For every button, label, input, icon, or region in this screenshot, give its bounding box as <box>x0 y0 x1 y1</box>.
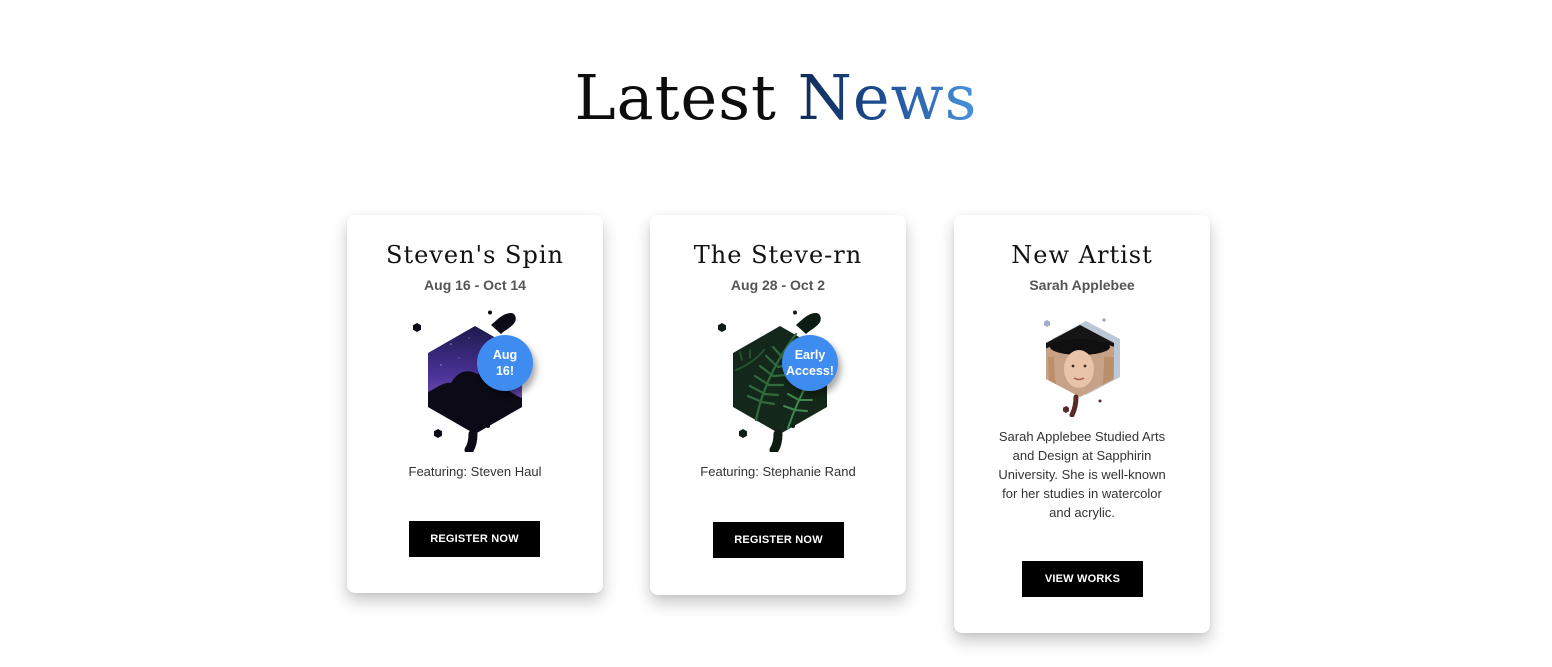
section-title-main: Latest <box>574 61 798 134</box>
card-title: The Steve-rn <box>693 241 863 269</box>
event-image: Aug 16! <box>411 310 551 455</box>
event-card-2: The Steve-rn Aug 28 - Oct 2 Early Access… <box>650 215 906 595</box>
register-now-button[interactable]: REGISTER NOW <box>409 521 540 557</box>
badge-line-2: 16! <box>495 364 515 378</box>
artist-bio: Sarah Applebee Studied Arts and Design a… <box>998 429 1166 520</box>
featuring-text: Featuring: Steven Haul <box>408 464 542 479</box>
view-works-button[interactable]: VIEW WORKS <box>1022 561 1143 597</box>
badge-line-2: Access! <box>786 364 834 378</box>
section-title-accent: News <box>797 61 978 134</box>
featuring-text: Featuring: Stephanie Rand <box>700 464 856 479</box>
badge-line-1: Aug <box>492 348 518 362</box>
card-title: New Artist <box>1011 241 1153 269</box>
event-card-1: Steven's Spin Aug 16 - Oct 14 Aug 16! Fe… <box>347 215 603 593</box>
card-title: Steven's Spin <box>386 241 564 269</box>
artist-name: Sarah Applebee <box>1029 277 1135 293</box>
early-access-badge: Early Access! <box>782 335 838 391</box>
badge-line-1: Early <box>794 348 826 362</box>
register-now-button[interactable]: REGISTER NOW <box>713 522 844 558</box>
event-image: Early Access! <box>716 310 856 455</box>
artist-card: New Artist Sarah Applebee Sarah Applebee… <box>954 215 1210 633</box>
card-dates: Aug 16 - Oct 14 <box>424 277 526 293</box>
date-badge: Aug 16! <box>477 335 533 391</box>
artist-portrait <box>1042 317 1122 418</box>
card-dates: Aug 28 - Oct 2 <box>730 277 826 293</box>
section-title: Latest News <box>0 56 1552 140</box>
